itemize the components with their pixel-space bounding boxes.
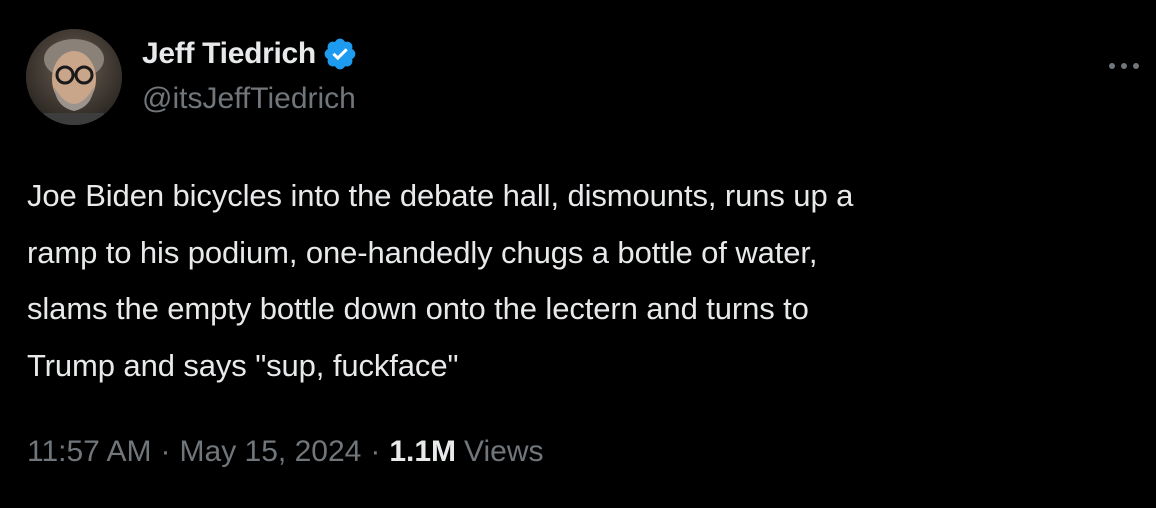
author-display-name[interactable]: Jeff Tiedrich — [142, 37, 316, 71]
views-count[interactable]: 1.1M — [389, 435, 456, 469]
tweet-text-line: Trump and says "sup, fuckface" — [27, 347, 459, 383]
tweet-date[interactable]: May 15, 2024 — [180, 435, 362, 469]
separator-dot: · — [370, 435, 381, 468]
tweet-text-line: Joe Biden bicycles into the debate hall,… — [27, 178, 854, 213]
author-name-row: Jeff Tiedrich — [142, 34, 358, 74]
avatar[interactable] — [26, 29, 122, 125]
author-handle[interactable]: @itsJeffTiedrich — [142, 82, 356, 116]
verified-badge-icon[interactable] — [322, 36, 358, 72]
tweet-metadata: 11:57 AM · May 15, 2024 · 1.1M Views — [27, 432, 544, 472]
tweet-card: Jeff Tiedrich @itsJeffTiedrich Joe Biden… — [0, 0, 1156, 508]
tweet-text: Joe Biden bicycles into the debate hall,… — [27, 168, 1137, 394]
more-options-icon[interactable] — [1104, 56, 1144, 76]
tweet-text-line: ramp to his podium, one-handedly chugs a… — [27, 234, 818, 270]
tweet-time[interactable]: 11:57 AM — [27, 435, 152, 469]
separator-dot: · — [160, 435, 171, 468]
tweet-text-line: slams the empty bottle down onto the lec… — [27, 291, 809, 326]
avatar-image — [26, 29, 122, 125]
views-label: Views — [464, 435, 544, 468]
